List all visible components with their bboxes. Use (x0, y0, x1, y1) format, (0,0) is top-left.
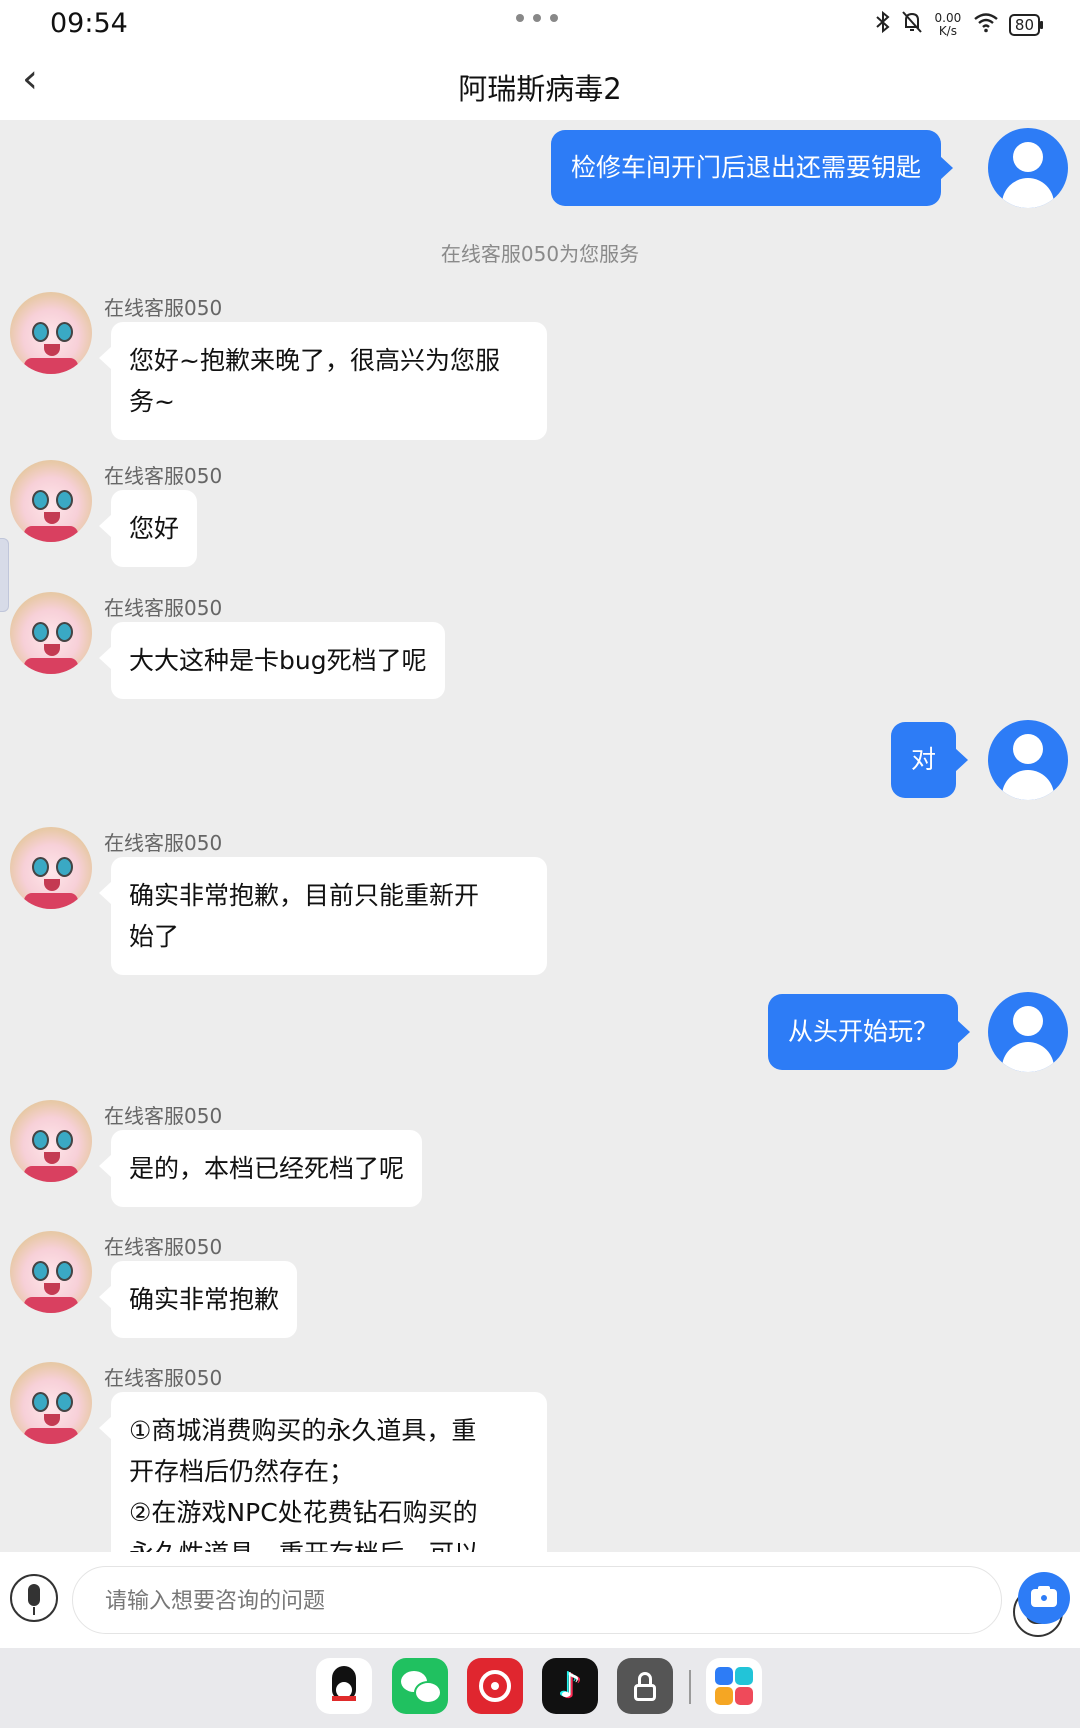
agent-bubble[interactable]: ①商城消费购买的永久道具，重 开存档后仍然存在； ②在游戏NPC处花费钻石购买的… (99, 1392, 547, 1552)
chat-area[interactable]: 检修车间开门后退出还需要钥匙 在线客服050为您服务 在线客服050 您好~抱歉… (0, 120, 1080, 1552)
message-line: 始了 (129, 922, 180, 951)
agent-name: 在线客服050 (104, 1366, 223, 1390)
agent-bubble[interactable]: 您好 (98, 490, 198, 567)
app-dock: ♪ (0, 1648, 1080, 1728)
message-line: 确实非常抱歉 (129, 1285, 280, 1314)
agent-bubble[interactable]: 确实非常抱歉 (98, 1261, 298, 1338)
message-line: 您好~抱歉来晚了，很高兴为您服 (129, 346, 500, 375)
message-line: 大大这种是卡bug死档了呢 (129, 646, 427, 675)
agent-bubble[interactable]: 您好~抱歉来晚了，很高兴为您服 务~ (99, 322, 547, 440)
mute-icon (901, 10, 923, 40)
user-bubble[interactable]: 从头开始玩？ (768, 994, 971, 1070)
agent-name: 在线客服050 (104, 831, 223, 855)
agent-avatar[interactable] (10, 592, 92, 674)
user-avatar[interactable] (988, 720, 1068, 800)
net-speed: 0.00 K/s (934, 11, 962, 38)
agent-avatar[interactable] (10, 1362, 92, 1444)
message-line: 开存档后仍然存在； (129, 1457, 355, 1486)
app-library-icon[interactable] (706, 1658, 762, 1714)
message-line: ②在游戏NPC处花费钻石购买的 (129, 1498, 478, 1527)
agent-name: 在线客服050 (104, 1235, 223, 1259)
agent-avatar[interactable] (10, 1100, 92, 1182)
message-input[interactable] (103, 1567, 907, 1635)
message-line: 是的，本档已经死档了呢 (129, 1154, 405, 1183)
microphone-button[interactable] (10, 1574, 58, 1622)
side-edge-handle[interactable] (0, 538, 9, 612)
agent-bubble[interactable]: 确实非常抱歉，目前只能重新开 始了 (99, 857, 547, 975)
qq-app-icon[interactable] (316, 1658, 372, 1714)
battery-icon: 80 (1008, 14, 1044, 36)
agent-avatar[interactable] (10, 827, 92, 909)
user-bubble[interactable]: 对 (891, 722, 969, 798)
multitask-dots[interactable] (516, 14, 558, 22)
wifi-icon (973, 11, 999, 39)
agent-avatar[interactable] (10, 292, 92, 374)
netease-music-app-icon[interactable] (467, 1658, 523, 1714)
system-icons: 0.00 K/s 80 (875, 10, 1044, 40)
agent-name: 在线客服050 (104, 596, 223, 620)
system-note: 在线客服050为您服务 (440, 242, 640, 266)
message-line: 确实非常抱歉，目前只能重新开 (129, 881, 480, 910)
message-line: 您好 (129, 514, 180, 543)
status-time: 09:54 (50, 8, 128, 39)
agent-name: 在线客服050 (104, 1104, 223, 1128)
camera-button[interactable] (1018, 1572, 1070, 1624)
lock-app-icon[interactable] (617, 1658, 673, 1714)
tiktok-app-icon[interactable]: ♪ (542, 1658, 598, 1714)
message-line: 永久性道具，重开存档后，可以 (129, 1533, 529, 1552)
page-title: 阿瑞斯病毒2 (458, 72, 622, 106)
message-line: ①商城消费购买的永久道具，重 (129, 1416, 477, 1445)
agent-name: 在线客服050 (104, 296, 223, 320)
agent-name: 在线客服050 (104, 464, 223, 488)
user-bubble[interactable]: 检修车间开门后退出还需要钥匙 (551, 130, 954, 206)
title-bar: ‹ 阿瑞斯病毒2 (0, 50, 1080, 120)
bluetooth-icon (875, 10, 891, 40)
message-line: 务~ (129, 387, 175, 416)
dock-divider (689, 1670, 691, 1704)
user-avatar[interactable] (988, 128, 1068, 208)
agent-bubble[interactable]: 大大这种是卡bug死档了呢 (99, 622, 445, 699)
agent-bubble[interactable]: 是的，本档已经死档了呢 (98, 1130, 423, 1207)
message-input-wrapper[interactable] (72, 1566, 1063, 1637)
agent-avatar[interactable] (10, 1231, 92, 1313)
agent-avatar[interactable] (10, 460, 92, 542)
status-bar: 09:54 0.00 K/s 80 (0, 0, 1080, 50)
user-avatar[interactable] (988, 992, 1068, 1072)
wechat-app-icon[interactable] (392, 1658, 448, 1714)
input-bar (0, 1552, 1080, 1648)
